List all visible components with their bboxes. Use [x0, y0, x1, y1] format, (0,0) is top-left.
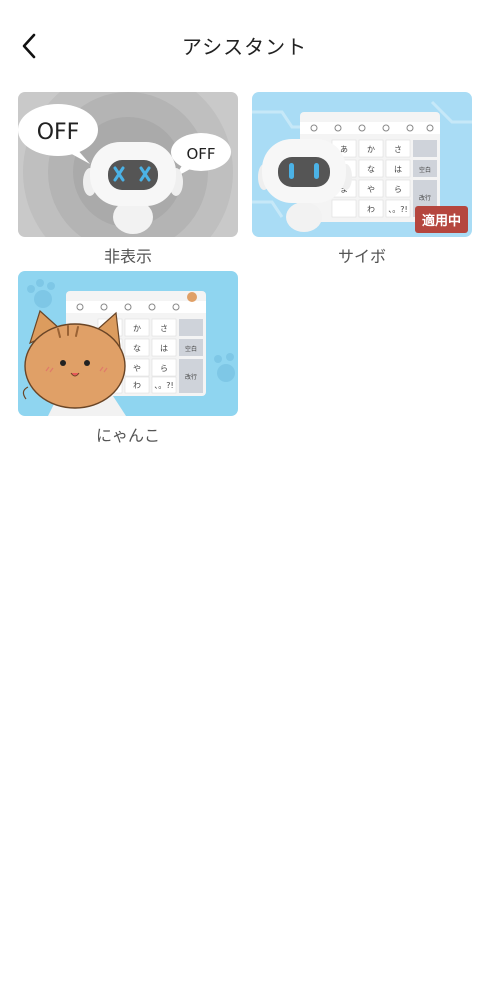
theme-label-nyanko: にゃんこ: [95, 426, 160, 445]
page-title: アシスタント: [181, 35, 308, 59]
svg-text:な: な: [133, 344, 141, 353]
svg-text:さ: さ: [160, 324, 168, 333]
svg-text:は: は: [160, 344, 168, 353]
svg-text:ら: ら: [394, 185, 402, 194]
svg-text:空白: 空白: [419, 166, 431, 174]
svg-text:や: や: [133, 364, 141, 373]
svg-text:わ: わ: [367, 205, 375, 214]
theme-card-cybo[interactable]: あかさ たなは まやら わ、。?! 空白改行 適用中 サイボ: [252, 92, 472, 266]
theme-thumbnail-cybo: あかさ たなは まやら わ、。?! 空白改行 適用中: [252, 92, 472, 237]
svg-text:は: は: [394, 165, 402, 174]
svg-text:改行: 改行: [419, 194, 431, 202]
svg-text:ら: ら: [160, 364, 168, 373]
svg-text:あ: あ: [340, 145, 348, 154]
bubble-off-large: OFF: [37, 120, 80, 145]
svg-text:さ: さ: [394, 145, 402, 154]
svg-text:、。?!: 、。?!: [154, 381, 173, 390]
svg-text:わ: わ: [133, 381, 141, 390]
theme-card-nyanko[interactable]: か さ な は や ら わ 、。?! 空白 改行 にゃんこ: [18, 271, 238, 445]
theme-thumbnail-hidden: OFF OFF: [18, 92, 238, 237]
theme-thumbnail-nyanko: か さ な は や ら わ 、。?! 空白改行: [18, 271, 238, 416]
svg-text:か: か: [133, 324, 141, 333]
svg-text:な: な: [367, 165, 375, 174]
svg-text:空白: 空白: [185, 345, 197, 353]
bubble-off-small: OFF: [186, 145, 215, 163]
svg-text:、。?!: 、。?!: [388, 205, 407, 214]
header-bar: アシスタント: [0, 0, 489, 90]
theme-label-cybo: サイボ: [337, 247, 386, 266]
svg-text:改行: 改行: [185, 373, 197, 381]
svg-text:や: や: [367, 185, 375, 194]
theme-card-hidden[interactable]: OFF OFF 非表示: [18, 92, 238, 266]
applied-badge: 適用中: [414, 206, 468, 233]
svg-text:か: か: [367, 145, 375, 154]
theme-label-hidden: 非表示: [103, 247, 152, 266]
